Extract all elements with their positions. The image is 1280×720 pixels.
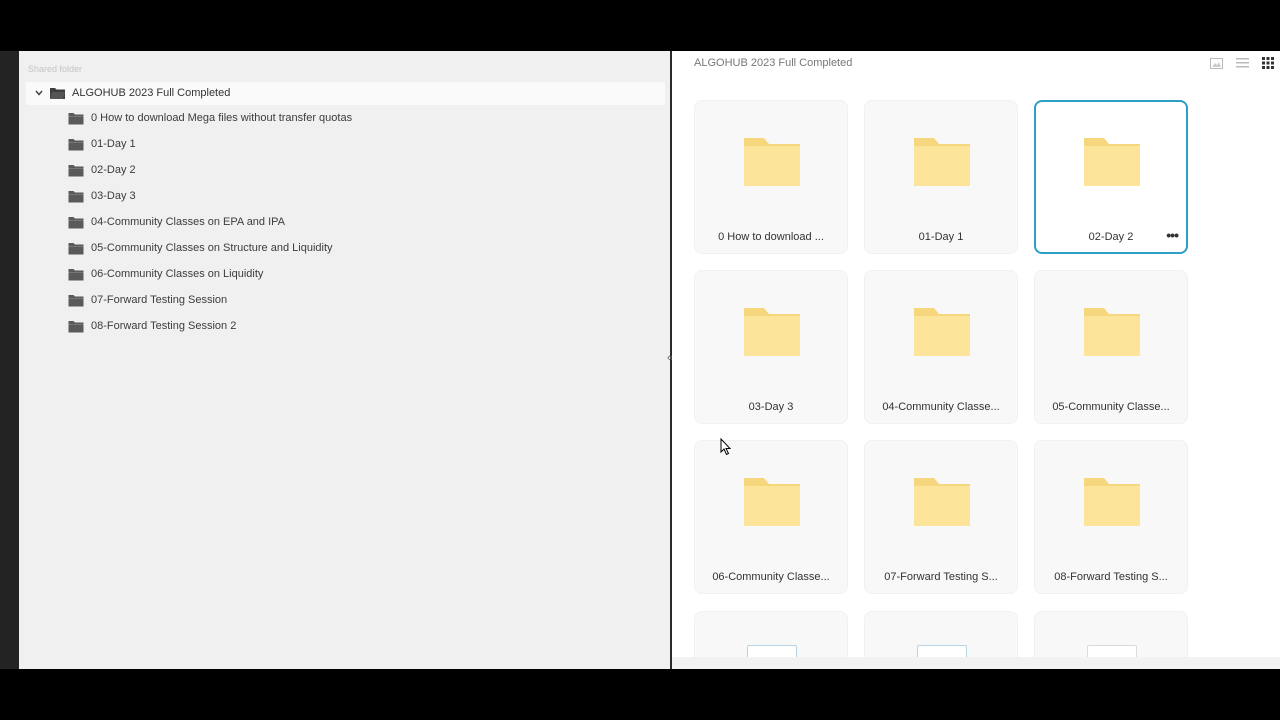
folder-card[interactable]: 01-Day 1 <box>864 100 1018 254</box>
tree-item-forward-testing[interactable]: 07-Forward Testing Session <box>68 291 568 311</box>
file-thumbnail <box>917 645 967 657</box>
tree-item-label: 03-Day 3 <box>91 190 136 202</box>
folder-icon <box>744 478 800 526</box>
folder-icon <box>744 138 800 186</box>
left-edge <box>0 51 19 669</box>
sidebar-heading: Shared folder <box>28 64 83 74</box>
folder-card[interactable]: 04-Community Classe... <box>864 270 1018 424</box>
tree-item-label: 08-Forward Testing Session 2 <box>91 320 237 332</box>
tree-item-forward-testing-2[interactable]: 08-Forward Testing Session 2 <box>68 317 568 337</box>
tree-item-community-liquidity[interactable]: 06-Community Classes on Liquidity <box>68 265 568 285</box>
tree-item-day-2[interactable]: 02-Day 2 <box>68 161 568 181</box>
grid-view-icon[interactable] <box>1260 55 1276 71</box>
folder-icon <box>1084 478 1140 526</box>
folder-card[interactable]: 0 How to download ... <box>694 100 848 254</box>
breadcrumb: ALGOHUB 2023 Full Completed <box>694 57 853 69</box>
folder-icon <box>1084 308 1140 356</box>
folder-icon <box>68 243 84 255</box>
folder-card-selected[interactable]: 02-Day 2 ••• <box>1034 100 1188 254</box>
folder-icon <box>68 191 84 203</box>
image-view-icon[interactable] <box>1208 55 1224 71</box>
tree-root-item[interactable]: ALGOHUB 2023 Full Completed <box>26 82 665 105</box>
folder-icon <box>1084 138 1140 186</box>
tree-item-label: 05-Community Classes on Structure and Li… <box>91 242 333 254</box>
folder-icon <box>68 269 84 281</box>
tree-item-label: 02-Day 2 <box>91 164 136 176</box>
tree-item-label: 0 How to download Mega files without tra… <box>91 112 353 124</box>
mouse-cursor-icon <box>720 438 732 456</box>
tree-item-how-to-download[interactable]: 0 How to download Mega files without tra… <box>68 109 568 129</box>
tree-root-label: ALGOHUB 2023 Full Completed <box>72 87 231 99</box>
folder-icon <box>68 165 84 177</box>
folder-card[interactable]: 05-Community Classe... <box>1034 270 1188 424</box>
folder-icon <box>68 295 84 307</box>
folder-card[interactable]: 06-Community Classe... <box>694 440 848 594</box>
folder-card[interactable]: 08-Forward Testing S... <box>1034 440 1188 594</box>
view-toggle <box>1208 55 1276 71</box>
folder-card-label: 07-Forward Testing S... <box>884 571 998 583</box>
folder-icon <box>68 321 84 333</box>
tree-item-label: 04-Community Classes on EPA and IPA <box>91 216 286 228</box>
file-card[interactable] <box>1034 611 1188 657</box>
file-thumbnail <box>1087 645 1137 657</box>
folder-card-label: 0 How to download ... <box>718 231 824 243</box>
folder-icon <box>68 139 84 151</box>
folder-card-label: 03-Day 3 <box>748 401 794 413</box>
folder-tree-sidebar: Shared folder ALGOHUB 2023 Full Complete… <box>19 51 670 669</box>
folder-card-label: 05-Community Classe... <box>1052 401 1170 413</box>
folder-card-label: 08-Forward Testing S... <box>1054 571 1168 583</box>
horizontal-scrollbar[interactable] <box>672 657 1280 669</box>
tree-item-label: 01-Day 1 <box>91 138 136 150</box>
tree-item-community-structure-liquidity[interactable]: 05-Community Classes on Structure and Li… <box>68 239 568 259</box>
tree-item-day-1[interactable]: 01-Day 1 <box>68 135 568 155</box>
tree-item-label: 07-Forward Testing Session <box>91 294 228 306</box>
tree-item-community-epa-ipa[interactable]: 04-Community Classes on EPA and IPA <box>68 213 568 233</box>
tree-item-label: 06-Community Classes on Liquidity <box>91 268 264 280</box>
folder-card-label: 04-Community Classe... <box>882 401 1000 413</box>
folder-icon <box>68 113 84 125</box>
more-options-button[interactable]: ••• <box>1166 228 1179 242</box>
folder-icon <box>744 308 800 356</box>
chevron-down-icon[interactable] <box>34 88 44 98</box>
folder-card[interactable]: 03-Day 3 <box>694 270 848 424</box>
folder-open-icon <box>50 88 65 99</box>
folder-card-label: 02-Day 2 <box>1088 231 1134 243</box>
folder-icon <box>914 138 970 186</box>
file-card[interactable] <box>864 611 1018 657</box>
folder-icon <box>914 308 970 356</box>
folder-card[interactable]: 07-Forward Testing S... <box>864 440 1018 594</box>
folder-card-label: 01-Day 1 <box>918 231 964 243</box>
file-card[interactable] <box>694 611 848 657</box>
app-window: Shared folder ALGOHUB 2023 Full Complete… <box>0 51 1280 669</box>
folder-icon <box>68 217 84 229</box>
tree-item-day-3[interactable]: 03-Day 3 <box>68 187 568 207</box>
folder-icon <box>914 478 970 526</box>
folder-content-pane: ALGOHUB 2023 Full Completed 0 How to dow… <box>672 51 1280 657</box>
list-view-icon[interactable] <box>1234 55 1250 71</box>
folder-card-label: 06-Community Classe... <box>712 571 830 583</box>
file-thumbnail <box>747 645 797 657</box>
